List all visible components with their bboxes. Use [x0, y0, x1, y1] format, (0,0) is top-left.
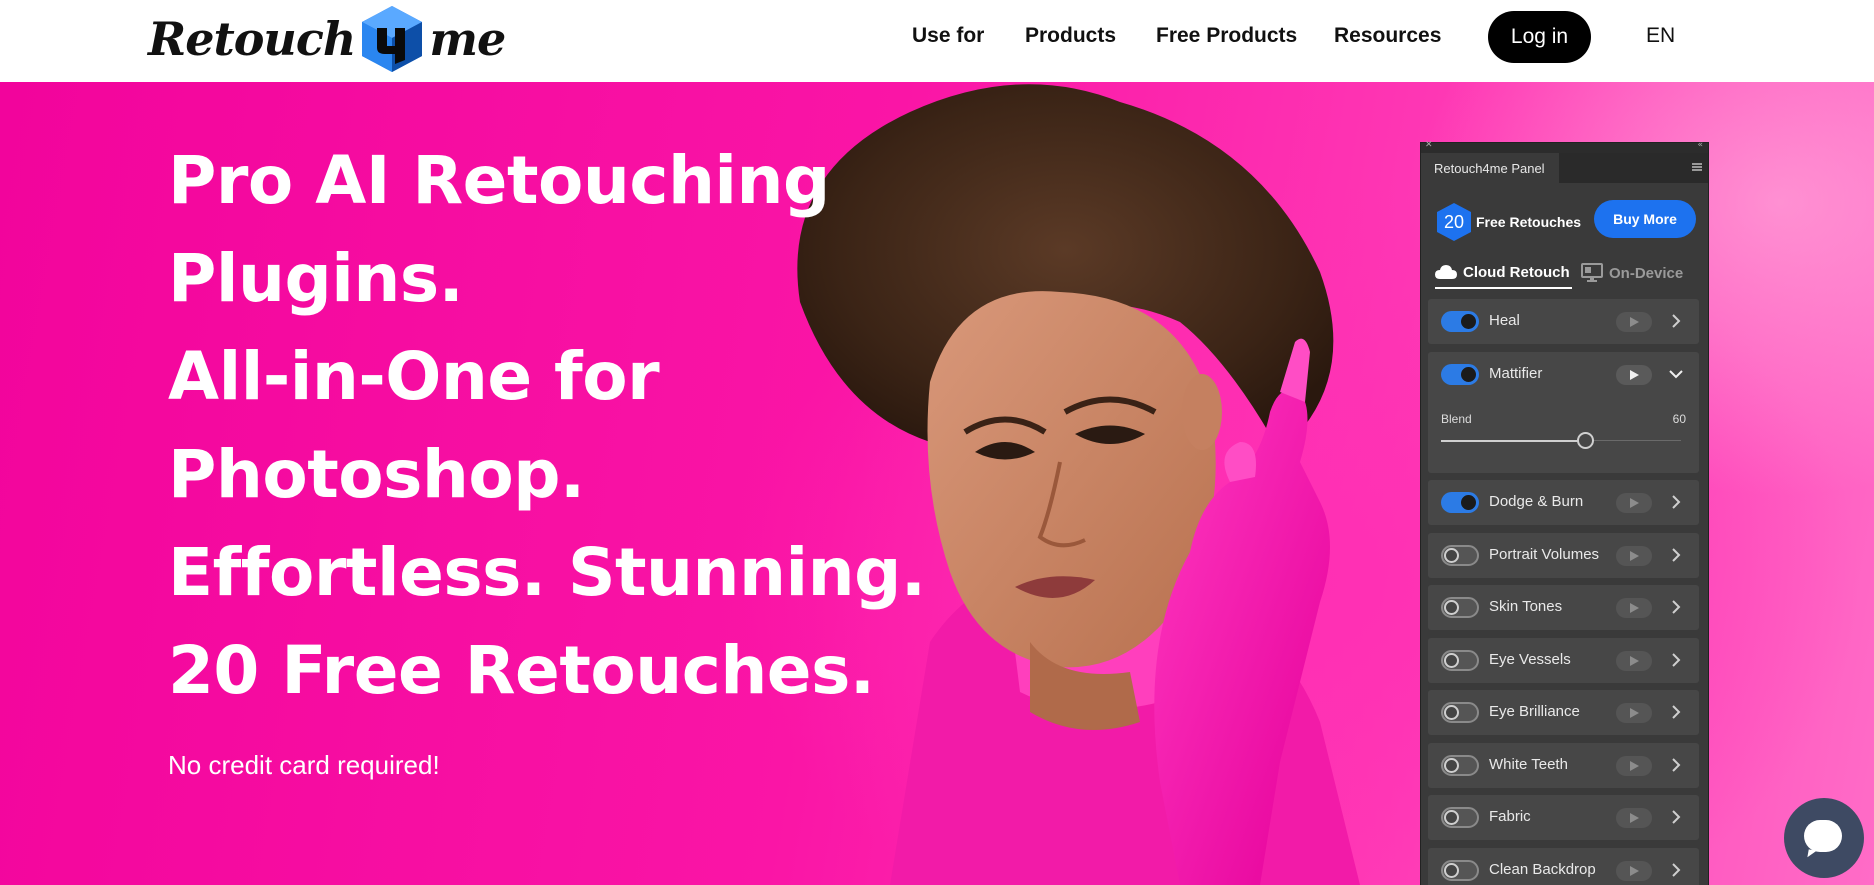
retouch-row-mattifier: Mattifier Blend 60	[1428, 351, 1699, 473]
panel-tab-row: Retouch4me Panel	[1421, 153, 1708, 183]
retouch-list: Heal Mattifier Blend 60 Dodge & Burn Por…	[1428, 299, 1699, 885]
retouch-row-skin-tones: Skin Tones	[1428, 585, 1699, 630]
play-icon[interactable]	[1616, 650, 1652, 671]
retouch-label: Portrait Volumes	[1489, 545, 1600, 563]
play-icon[interactable]	[1616, 808, 1652, 828]
retouch-label: Skin Tones	[1489, 598, 1563, 615]
retouch-label: Dodge & Burn	[1489, 493, 1584, 510]
retouch-label: Fabric	[1489, 808, 1531, 825]
toggle-heal[interactable]	[1441, 311, 1479, 332]
nav-resources[interactable]: Resources	[1334, 24, 1441, 48]
blend-label: Blend	[1441, 411, 1472, 426]
chevron-right-icon[interactable]	[1668, 313, 1684, 329]
toggle-portrait-volumes[interactable]	[1441, 544, 1479, 566]
toggle-skin-tones[interactable]	[1441, 597, 1479, 618]
login-button[interactable]: Log in	[1488, 11, 1591, 63]
chevron-right-icon[interactable]	[1668, 599, 1684, 615]
chevron-right-icon[interactable]	[1668, 704, 1684, 720]
credits-label: Free Retouches	[1476, 214, 1582, 230]
hero-subline: No credit card required!	[168, 750, 440, 780]
retouch-row-eye-vessels: Eye Vessels	[1428, 637, 1699, 683]
retouch-row-eye-brilliance: Eye Brilliance	[1428, 690, 1699, 735]
chevron-right-icon[interactable]	[1668, 757, 1684, 773]
nav-use-for[interactable]: Use for	[912, 24, 984, 48]
retouch-label: Heal	[1489, 312, 1520, 329]
retouch-label: Eye Vessels	[1489, 650, 1571, 668]
tab-on-device-label: On-Device	[1609, 264, 1684, 282]
blend-slider[interactable]	[1441, 431, 1681, 449]
retouch-row-dodge-burn: Dodge & Burn	[1428, 480, 1699, 525]
toggle-clean-backdrop[interactable]	[1441, 859, 1479, 881]
hero-headline: Pro AI Retouching Plugins. All-in-One fo…	[168, 132, 928, 720]
chevron-right-icon[interactable]	[1668, 652, 1684, 668]
retouch-label: Eye Brilliance	[1489, 703, 1580, 720]
retouch-label: Mattifier	[1489, 364, 1543, 382]
play-icon[interactable]	[1616, 703, 1652, 723]
play-icon[interactable]	[1616, 364, 1652, 385]
free-credits: 20 Free Retouches	[1435, 202, 1581, 242]
headline-line-6: 20 Free Retouches.	[168, 632, 875, 709]
blend-slider-thumb[interactable]	[1577, 431, 1594, 449]
site-header: Retouch me Use for Products Free Product…	[0, 0, 1874, 82]
hero-section: Pro AI Retouching Plugins. All-in-One fo…	[0, 82, 1874, 885]
tab-cloud-retouch-label: Cloud Retouch	[1463, 263, 1570, 281]
play-icon[interactable]	[1616, 598, 1652, 618]
headline-line-2: Plugins.	[168, 240, 464, 317]
retouch-row-heal: Heal	[1428, 299, 1699, 344]
logo[interactable]: Retouch me	[148, 4, 506, 74]
credits-count: 20	[1443, 211, 1465, 232]
mode-tabs: Cloud Retouch On-Device	[1435, 257, 1697, 289]
panel-titlebar: ✕ «	[1421, 140, 1708, 153]
toggle-eye-brilliance[interactable]	[1441, 702, 1479, 723]
retouch-label: Clean Backdrop	[1489, 860, 1596, 878]
retouch-panel: ✕ « Retouch4me Panel 20 Free Retouches B…	[1420, 140, 1709, 885]
logo-text-right: me	[429, 12, 506, 66]
play-icon[interactable]	[1616, 545, 1652, 566]
buy-more-button[interactable]: Buy More	[1594, 200, 1696, 238]
panel-tab-title[interactable]: Retouch4me Panel	[1421, 153, 1559, 183]
chat-button[interactable]	[1784, 798, 1864, 878]
blend-value: 60	[1672, 411, 1686, 426]
retouch-row-portrait-volumes: Portrait Volumes	[1428, 532, 1699, 578]
blend-slider-fill	[1441, 439, 1585, 442]
cloud-icon	[1435, 265, 1457, 279]
language-selector[interactable]: EN	[1646, 24, 1675, 48]
logo-text-left: Retouch	[148, 12, 356, 66]
tab-on-device[interactable]: On-Device	[1581, 257, 1683, 289]
chevron-down-icon[interactable]	[1668, 366, 1684, 382]
chevron-right-icon[interactable]	[1668, 862, 1684, 878]
play-icon[interactable]	[1616, 493, 1652, 513]
headline-line-1: Pro AI Retouching	[168, 142, 830, 219]
retouch-row-fabric: Fabric	[1428, 795, 1699, 840]
toggle-fabric[interactable]	[1441, 807, 1479, 828]
toggle-mattifier[interactable]	[1441, 363, 1479, 385]
panel-collapse-icon[interactable]: «	[1697, 140, 1703, 150]
play-icon[interactable]	[1616, 755, 1652, 776]
credits-hex-icon: 20	[1435, 202, 1473, 242]
chevron-right-icon[interactable]	[1668, 494, 1684, 510]
toggle-white-teeth[interactable]	[1441, 754, 1479, 776]
headline-line-5: Effortless. Stunning.	[168, 534, 926, 611]
panel-close-icon[interactable]: ✕	[1425, 140, 1433, 150]
headline-line-3: All-in-One for	[168, 338, 660, 415]
play-icon[interactable]	[1616, 312, 1652, 332]
tab-cloud-retouch[interactable]: Cloud Retouch	[1435, 257, 1572, 289]
panel-menu-icon[interactable]	[1692, 163, 1702, 171]
chevron-right-icon[interactable]	[1668, 547, 1684, 563]
chat-icon	[1804, 820, 1842, 852]
headline-line-4: Photoshop.	[168, 436, 585, 513]
retouch-row-white-teeth: White Teeth	[1428, 742, 1699, 788]
retouch-label: White Teeth	[1489, 755, 1568, 773]
nav-free-products[interactable]: Free Products	[1156, 24, 1297, 48]
chevron-right-icon[interactable]	[1668, 809, 1684, 825]
nav-products[interactable]: Products	[1025, 24, 1116, 48]
monitor-icon	[1581, 263, 1603, 282]
play-icon[interactable]	[1616, 860, 1652, 881]
toggle-eye-vessels[interactable]	[1441, 649, 1479, 671]
toggle-dodge-burn[interactable]	[1441, 492, 1479, 513]
retouch-row-clean-backdrop: Clean Backdrop	[1428, 847, 1699, 885]
logo-cube-icon	[362, 6, 423, 72]
